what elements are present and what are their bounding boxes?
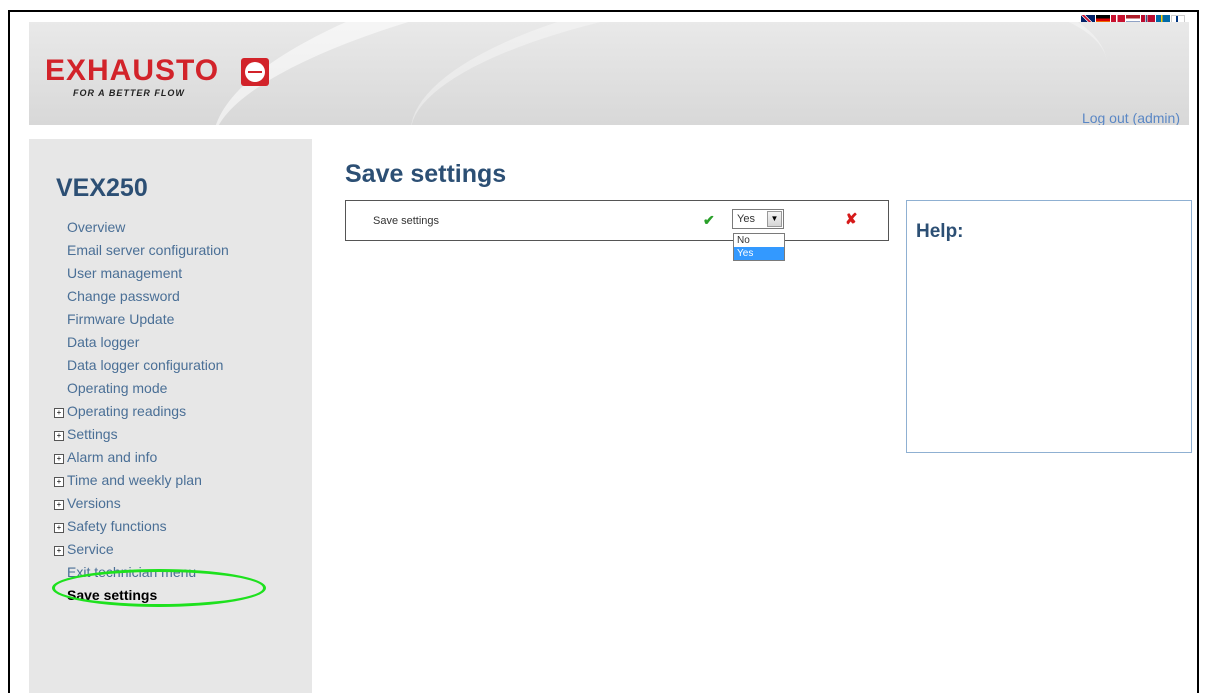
sidebar-item-service[interactable]: + Service [54,538,229,561]
sidebar-item-user-management[interactable]: User management [67,262,229,285]
expand-icon[interactable]: + [54,500,64,510]
sidebar: VEX250 Overview Email server configurati… [29,139,312,693]
sidebar-item-change-password[interactable]: Change password [67,285,229,308]
dropdown-option-no[interactable]: No [734,234,784,247]
sidebar-item-alarm-and-info[interactable]: + Alarm and info [54,446,229,469]
brand-tagline: FOR A BETTER FLOW [73,88,185,98]
logout-link[interactable]: Log out (admin) [1082,110,1180,125]
cancel-x-icon[interactable]: ✘ [845,210,858,228]
brand-logo: EXHAUSTO FOR A BETTER FLOW [45,54,269,98]
setting-row: Save settings ✔ Yes ▼ ✘ [345,200,889,241]
sidebar-item-time-and-weekly-plan[interactable]: + Time and weekly plan [54,469,229,492]
sidebar-menu: Overview Email server configuration User… [54,216,229,607]
sidebar-item-operating-readings[interactable]: + Operating readings [54,400,229,423]
help-title: Help: [916,221,964,242]
setting-label: Save settings [373,215,440,227]
sidebar-item-operating-mode[interactable]: Operating mode [67,377,229,400]
expand-icon[interactable]: + [54,431,64,441]
chevron-down-icon[interactable]: ▼ [767,211,782,227]
highlight-oval [52,569,266,607]
expand-icon[interactable]: + [54,546,64,556]
fan-logo-icon [241,58,269,86]
sidebar-item-overview[interactable]: Overview [67,216,229,239]
select-dropdown-list: No Yes [733,233,785,261]
sidebar-item-data-logger[interactable]: Data logger [67,331,229,354]
brand-name: EXHAUSTO [45,54,220,87]
sidebar-item-versions[interactable]: + Versions [54,492,229,515]
select-value: Yes [737,213,755,225]
expand-icon[interactable]: + [54,523,64,533]
sidebar-item-settings[interactable]: + Settings [54,423,229,446]
device-title: VEX250 [56,174,148,202]
sidebar-item-firmware-update[interactable]: Firmware Update [67,308,229,331]
dropdown-option-yes[interactable]: Yes [734,247,784,260]
page-title: Save settings [345,160,507,188]
expand-icon[interactable]: + [54,477,64,487]
help-panel: Help: [906,200,1192,453]
save-settings-select[interactable]: Yes ▼ [732,209,784,229]
expand-icon[interactable]: + [54,454,64,464]
sidebar-item-safety-functions[interactable]: + Safety functions [54,515,229,538]
sidebar-item-email-server-configuration[interactable]: Email server configuration [67,239,229,262]
header-banner: EXHAUSTO FOR A BETTER FLOW Log out (admi… [29,22,1189,125]
confirm-check-icon[interactable]: ✔ [703,212,715,229]
sidebar-item-data-logger-configuration[interactable]: Data logger configuration [67,354,229,377]
expand-icon[interactable]: + [54,408,64,418]
